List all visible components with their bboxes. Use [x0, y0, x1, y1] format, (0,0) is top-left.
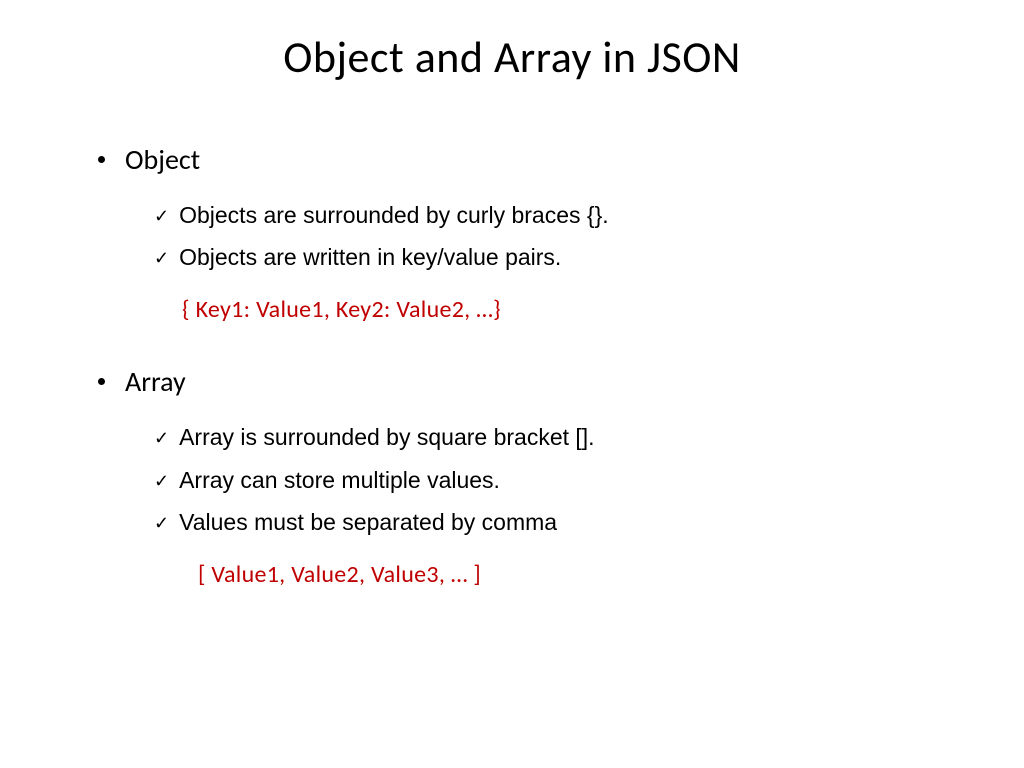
- object-point-2: Objects are written in key/value pairs.: [179, 241, 561, 274]
- object-example: { Key1: Value1, Key2: Value2, …}: [182, 295, 954, 324]
- object-point-1: Objects are surrounded by curly braces {…: [179, 199, 609, 232]
- list-item: Object: [98, 142, 954, 177]
- checkmark-icon: ✓: [154, 506, 169, 540]
- slide-title: Object and Array in JSON: [70, 30, 954, 84]
- array-point-2: Array can store multiple values.: [179, 464, 500, 497]
- array-heading: Array: [125, 364, 186, 399]
- list-item: ✓ Objects are written in key/value pairs…: [154, 241, 954, 275]
- object-heading: Object: [125, 142, 200, 177]
- list-item: ✓ Array is surrounded by square bracket …: [154, 421, 954, 455]
- checkmark-icon: ✓: [154, 241, 169, 275]
- object-section: Object ✓ Objects are surrounded by curly…: [70, 142, 954, 324]
- checkmark-icon: ✓: [154, 421, 169, 455]
- bullet-disc-icon: [98, 378, 105, 385]
- array-section: Array ✓ Array is surrounded by square br…: [70, 364, 954, 589]
- bullet-disc-icon: [98, 156, 105, 163]
- checkmark-icon: ✓: [154, 464, 169, 498]
- checkmark-icon: ✓: [154, 199, 169, 233]
- array-point-3: Values must be separated by comma: [179, 506, 557, 539]
- list-item: ✓ Objects are surrounded by curly braces…: [154, 199, 954, 233]
- list-item: ✓ Array can store multiple values.: [154, 464, 954, 498]
- array-example: [ Value1, Value2, Value3, … ]: [198, 560, 954, 589]
- list-item: Array: [98, 364, 954, 399]
- array-point-1: Array is surrounded by square bracket []…: [179, 421, 594, 454]
- list-item: ✓ Values must be separated by comma: [154, 506, 954, 540]
